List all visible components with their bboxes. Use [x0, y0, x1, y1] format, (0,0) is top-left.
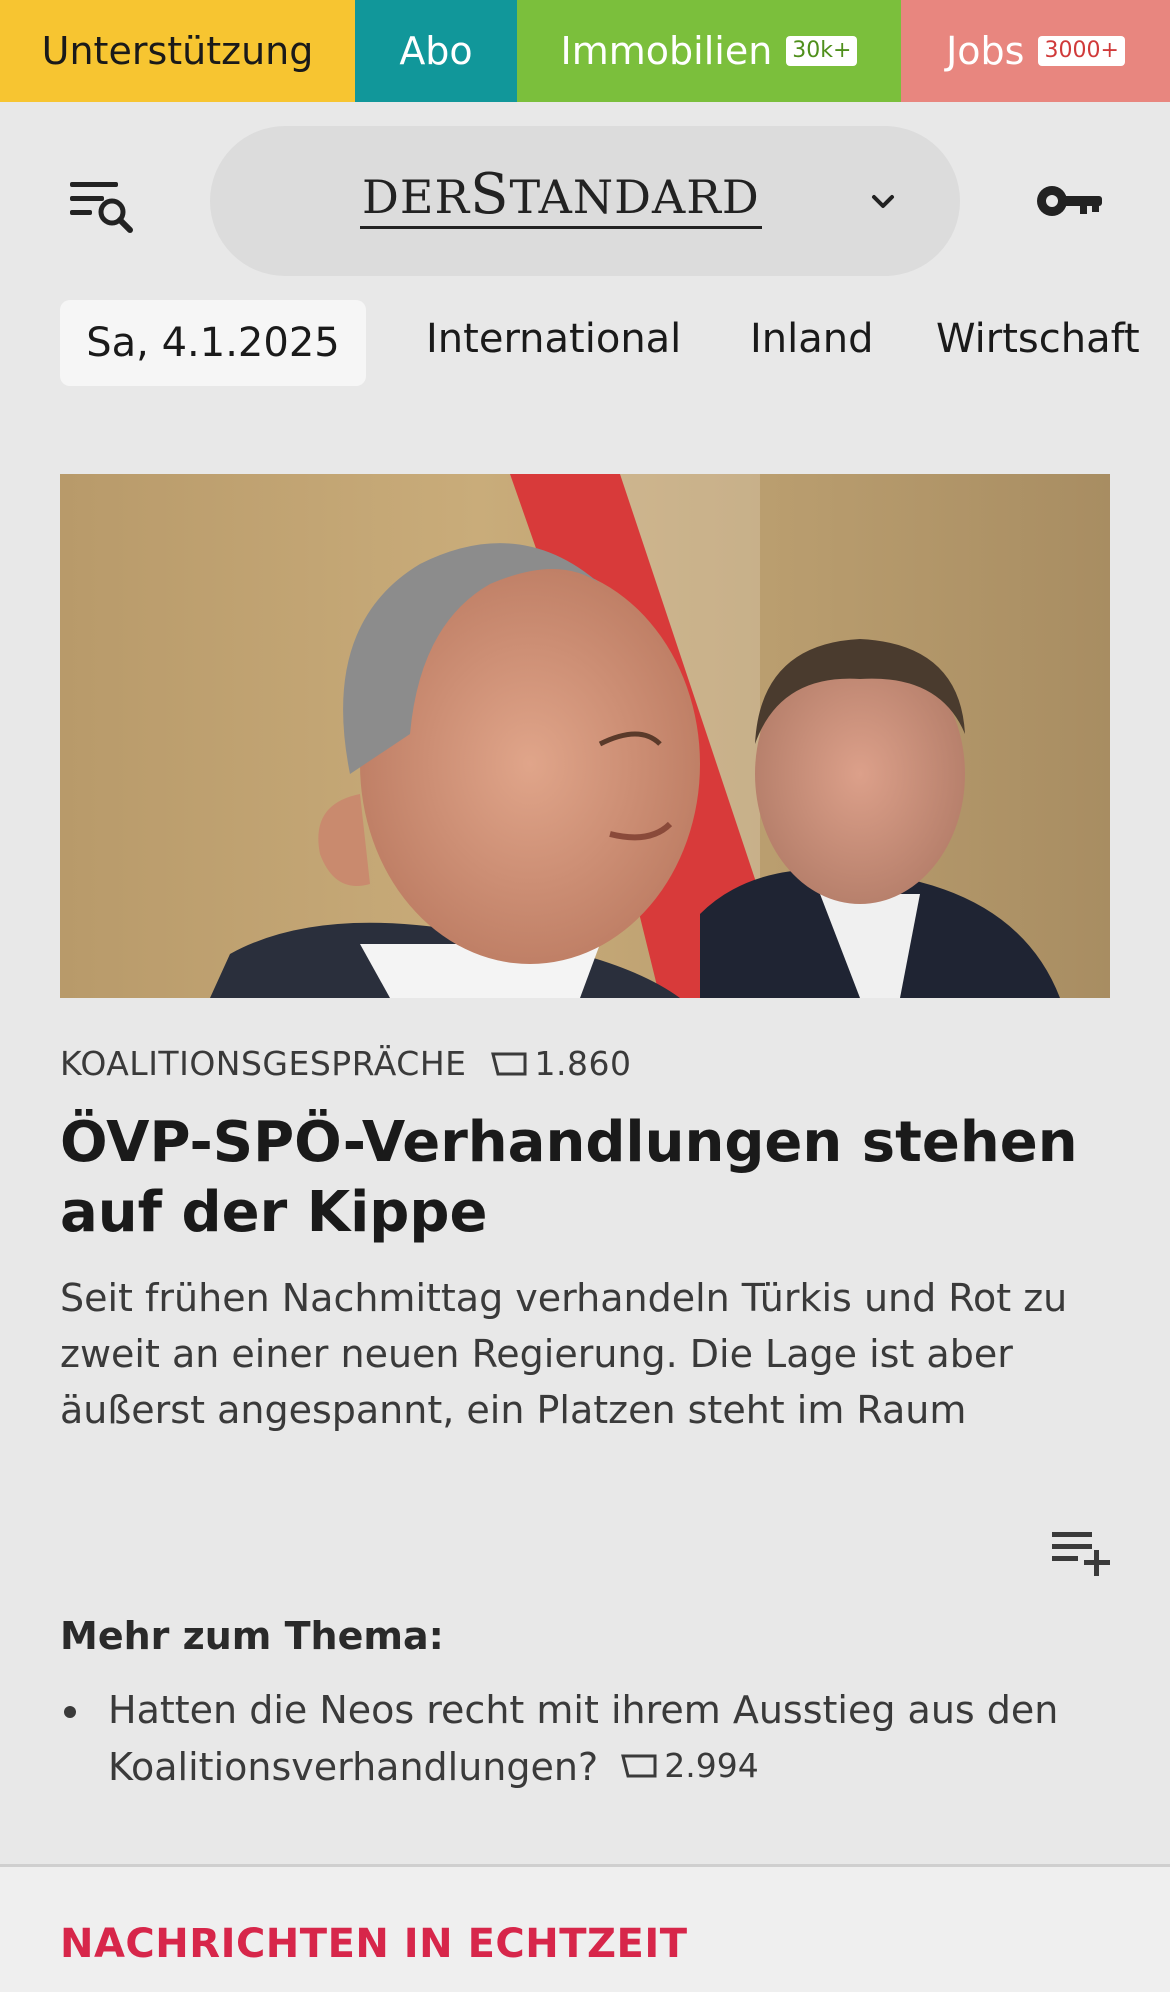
playlist-add-icon — [1052, 1532, 1110, 1576]
immobilien-label: Immobilien — [560, 29, 773, 73]
live-news-title[interactable]: NACHRICHTEN IN ECHTZEIT — [60, 1921, 688, 1967]
hero-photo — [60, 474, 1110, 998]
derstandard-logo[interactable]: DERSTANDARD — [360, 166, 762, 229]
abo-link[interactable]: Abo — [355, 0, 517, 102]
support-label: Unterstützung — [41, 29, 314, 73]
nav-item-inland[interactable]: Inland — [750, 316, 874, 362]
search-menu-icon — [70, 182, 133, 233]
logo-pill[interactable]: DERSTANDARD — [210, 126, 960, 276]
chevron-down-icon[interactable] — [865, 184, 901, 220]
article-posts-value: 1.860 — [534, 1044, 632, 1083]
add-to-reading-list-button[interactable] — [1050, 1528, 1112, 1578]
related-section-title: Mehr zum Thema: — [60, 1614, 444, 1658]
related-list: Hatten die Neos recht mit ihrem Ausstieg… — [60, 1682, 1120, 1795]
abo-label: Abo — [399, 29, 473, 73]
logo-text-s: S — [470, 162, 510, 227]
bullet-icon — [64, 1706, 76, 1718]
article-comment-count[interactable]: 1.860 — [490, 1044, 631, 1083]
immobilien-link[interactable]: Immobilien 30k+ — [517, 0, 901, 102]
comment-icon — [621, 1754, 657, 1778]
logo-text-der: DER — [362, 170, 471, 224]
logo-text-tandard: TANDARD — [509, 170, 760, 224]
related-item[interactable]: Hatten die Neos recht mit ihrem Ausstieg… — [60, 1682, 1120, 1795]
nav-item-international[interactable]: International — [426, 316, 681, 362]
article-kicker: KOALITIONSGESPRÄCHE 1.860 — [60, 1044, 631, 1083]
article-category[interactable]: KOALITIONSGESPRÄCHE — [60, 1044, 466, 1083]
top-service-bar: Unterstützung Abo Immobilien 30k+ Jobs 3… — [0, 0, 1170, 102]
article-hero-image[interactable] — [60, 474, 1110, 998]
nav-item-wirtschaft[interactable]: Wirtschaft — [936, 316, 1140, 362]
support-link[interactable]: Unterstützung — [0, 0, 355, 102]
article-teaser[interactable]: Seit frühen Nachmittag verhandeln Türkis… — [60, 1270, 1110, 1438]
date-label: Sa, 4.1.2025 — [86, 320, 340, 366]
jobs-label: Jobs — [946, 29, 1025, 73]
key-icon — [1037, 186, 1102, 216]
login-button[interactable] — [1034, 178, 1106, 224]
related-item-comment-count[interactable]: 2.994 — [620, 1738, 759, 1794]
date-chip[interactable]: Sa, 4.1.2025 — [60, 300, 366, 386]
jobs-count-badge: 3000+ — [1038, 36, 1125, 66]
jobs-link[interactable]: Jobs 3000+ — [901, 0, 1170, 102]
search-menu-button[interactable] — [68, 176, 140, 236]
live-news-section: NACHRICHTEN IN ECHTZEIT — [0, 1867, 1170, 1992]
comment-icon — [491, 1052, 527, 1075]
article-headline[interactable]: ÖVP-SPÖ-Verhandlungen stehen auf der Kip… — [60, 1108, 1120, 1248]
related-item-posts-value: 2.994 — [664, 1746, 759, 1785]
related-item-text: Hatten die Neos recht mit ihrem Ausstieg… — [108, 1688, 1059, 1789]
immobilien-count-badge: 30k+ — [786, 36, 858, 66]
